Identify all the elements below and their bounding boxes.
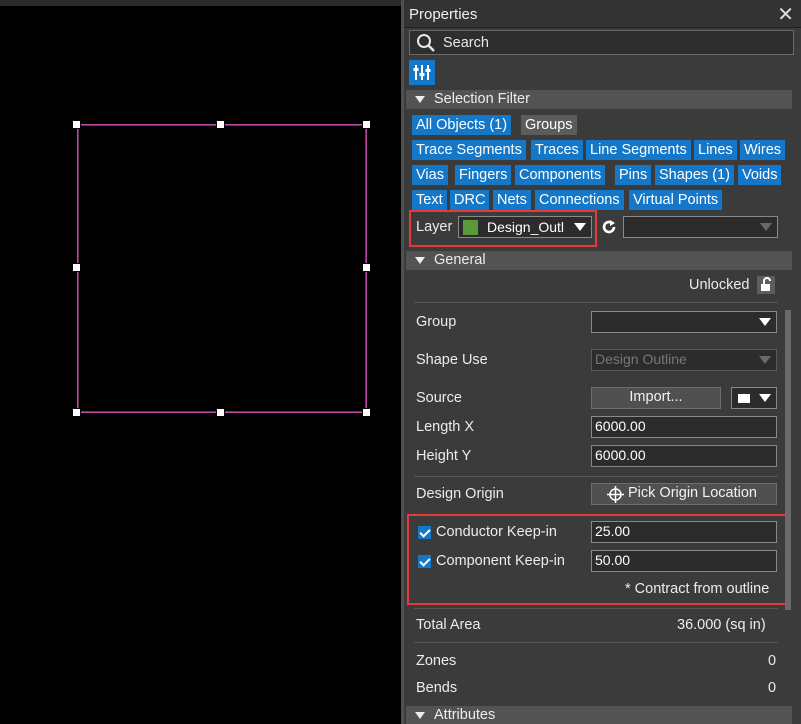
separator xyxy=(414,302,778,303)
sliders-icon xyxy=(413,65,431,80)
chevron-down-icon xyxy=(759,394,771,402)
panel-title-bar: Properties ✕ xyxy=(404,0,801,28)
chip-vias[interactable]: Vias xyxy=(412,165,448,185)
selection-filter-header[interactable]: Selection Filter xyxy=(406,90,792,109)
general-header[interactable]: General xyxy=(406,251,792,270)
filter-settings-button[interactable] xyxy=(409,60,435,85)
attributes-title: Attributes xyxy=(434,707,496,723)
color-swatch xyxy=(738,394,750,403)
chip-fingers[interactable]: Fingers xyxy=(455,165,512,185)
chip-drc[interactable]: DRC xyxy=(450,190,490,210)
bends-label: Bends xyxy=(416,680,458,696)
component-keep-in-label: Component Keep-in xyxy=(436,553,565,569)
chip-components[interactable]: Components xyxy=(515,165,606,185)
chevron-down-icon xyxy=(759,356,771,364)
chevron-down-icon xyxy=(760,223,772,231)
chip-pins[interactable]: Pins xyxy=(615,165,652,185)
close-icon[interactable]: ✕ xyxy=(777,2,794,27)
height-y-input[interactable]: 6000.00 xyxy=(591,445,777,467)
chip-text[interactable]: Text xyxy=(412,190,447,210)
resize-handle-top-right[interactable] xyxy=(362,120,371,129)
pick-origin-label: Pick Origin Location xyxy=(628,485,757,501)
general-title: General xyxy=(434,252,486,268)
source-label: Source xyxy=(416,390,462,406)
chip-groups[interactable]: Groups xyxy=(521,115,577,135)
shape-use-label: Shape Use xyxy=(416,352,488,368)
conductor-keep-in-label: Conductor Keep-in xyxy=(436,524,557,540)
separator xyxy=(414,476,778,477)
collapse-triangle-icon xyxy=(415,257,425,264)
design-origin-label: Design Origin xyxy=(416,486,504,502)
import-button[interactable]: Import... xyxy=(591,387,721,409)
selection-filter-title: Selection Filter xyxy=(434,91,530,107)
height-y-label: Height Y xyxy=(416,448,472,464)
total-area-label: Total Area xyxy=(416,617,481,633)
chevron-down-icon xyxy=(759,318,771,326)
chip-traces[interactable]: Traces xyxy=(531,140,583,160)
chip-all-objects[interactable]: All Objects (1) xyxy=(412,115,512,135)
resize-handle-top-mid[interactable] xyxy=(216,120,225,129)
design-canvas[interactable] xyxy=(0,0,401,724)
panel-scrollbar[interactable] xyxy=(785,310,791,610)
resize-handle-mid-right[interactable] xyxy=(362,263,371,272)
chip-lines[interactable]: Lines xyxy=(694,140,737,160)
secondary-dropdown[interactable] xyxy=(623,216,778,238)
group-label: Group xyxy=(416,314,457,330)
layer-color-swatch xyxy=(463,220,478,235)
contract-note: * Contract from outline xyxy=(625,581,770,597)
resize-handle-top-left[interactable] xyxy=(72,120,81,129)
conductor-keep-in-input[interactable]: 25.00 xyxy=(591,521,777,543)
chip-wires[interactable]: Wires xyxy=(740,140,786,160)
attributes-header[interactable]: Attributes xyxy=(406,706,792,724)
search-icon xyxy=(417,34,435,52)
layer-dropdown[interactable]: Design_Outl xyxy=(458,216,592,238)
source-color-dropdown[interactable] xyxy=(731,387,777,409)
separator xyxy=(414,608,778,609)
chip-nets[interactable]: Nets xyxy=(493,190,531,210)
unlock-icon[interactable] xyxy=(756,275,776,295)
chip-connections[interactable]: Connections xyxy=(535,190,624,210)
pick-origin-button[interactable]: Pick Origin Location xyxy=(591,483,777,505)
properties-panel: Properties ✕ Search Selection Filter All… xyxy=(401,0,801,724)
shape-use-dropdown: Design Outline xyxy=(591,349,777,371)
bends-value: 0 xyxy=(768,680,777,696)
refresh-icon[interactable] xyxy=(600,218,618,236)
chevron-down-icon xyxy=(574,223,586,231)
zones-value: 0 xyxy=(768,653,777,669)
collapse-triangle-icon xyxy=(415,712,425,719)
panel-title: Properties xyxy=(409,6,478,23)
collapse-triangle-icon xyxy=(415,96,425,103)
search-input[interactable]: Search xyxy=(409,30,794,55)
zones-label: Zones xyxy=(416,653,457,669)
conductor-keep-in-checkbox[interactable] xyxy=(418,526,431,539)
shape-use-value: Design Outline xyxy=(595,351,687,367)
lock-status-label: Unlocked xyxy=(689,277,750,293)
search-placeholder: Search xyxy=(443,35,489,51)
group-dropdown[interactable] xyxy=(591,311,777,333)
layer-label: Layer xyxy=(416,219,453,235)
length-x-input[interactable]: 6000.00 xyxy=(591,416,777,438)
length-x-label: Length X xyxy=(416,419,475,435)
component-keep-in-input[interactable]: 50.00 xyxy=(591,550,777,572)
chip-shapes[interactable]: Shapes (1) xyxy=(655,165,734,185)
chip-voids[interactable]: Voids xyxy=(738,165,782,185)
chip-virtual-points[interactable]: Virtual Points xyxy=(629,190,723,210)
total-area-value: 36.000 (sq in) xyxy=(677,617,766,633)
layer-value: Design_Outl xyxy=(487,219,565,235)
chip-trace-segments[interactable]: Trace Segments xyxy=(412,140,526,160)
separator xyxy=(414,642,778,643)
resize-handle-bottom-left[interactable] xyxy=(72,408,81,417)
component-keep-in-checkbox[interactable] xyxy=(418,555,431,568)
crosshair-icon xyxy=(607,486,624,503)
chip-line-segments[interactable]: Line Segments xyxy=(586,140,691,160)
resize-handle-mid-left[interactable] xyxy=(72,263,81,272)
resize-handle-bottom-right[interactable] xyxy=(362,408,371,417)
canvas-top-strip xyxy=(0,0,401,6)
board-outline-shape[interactable] xyxy=(77,124,367,413)
resize-handle-bottom-mid[interactable] xyxy=(216,408,225,417)
